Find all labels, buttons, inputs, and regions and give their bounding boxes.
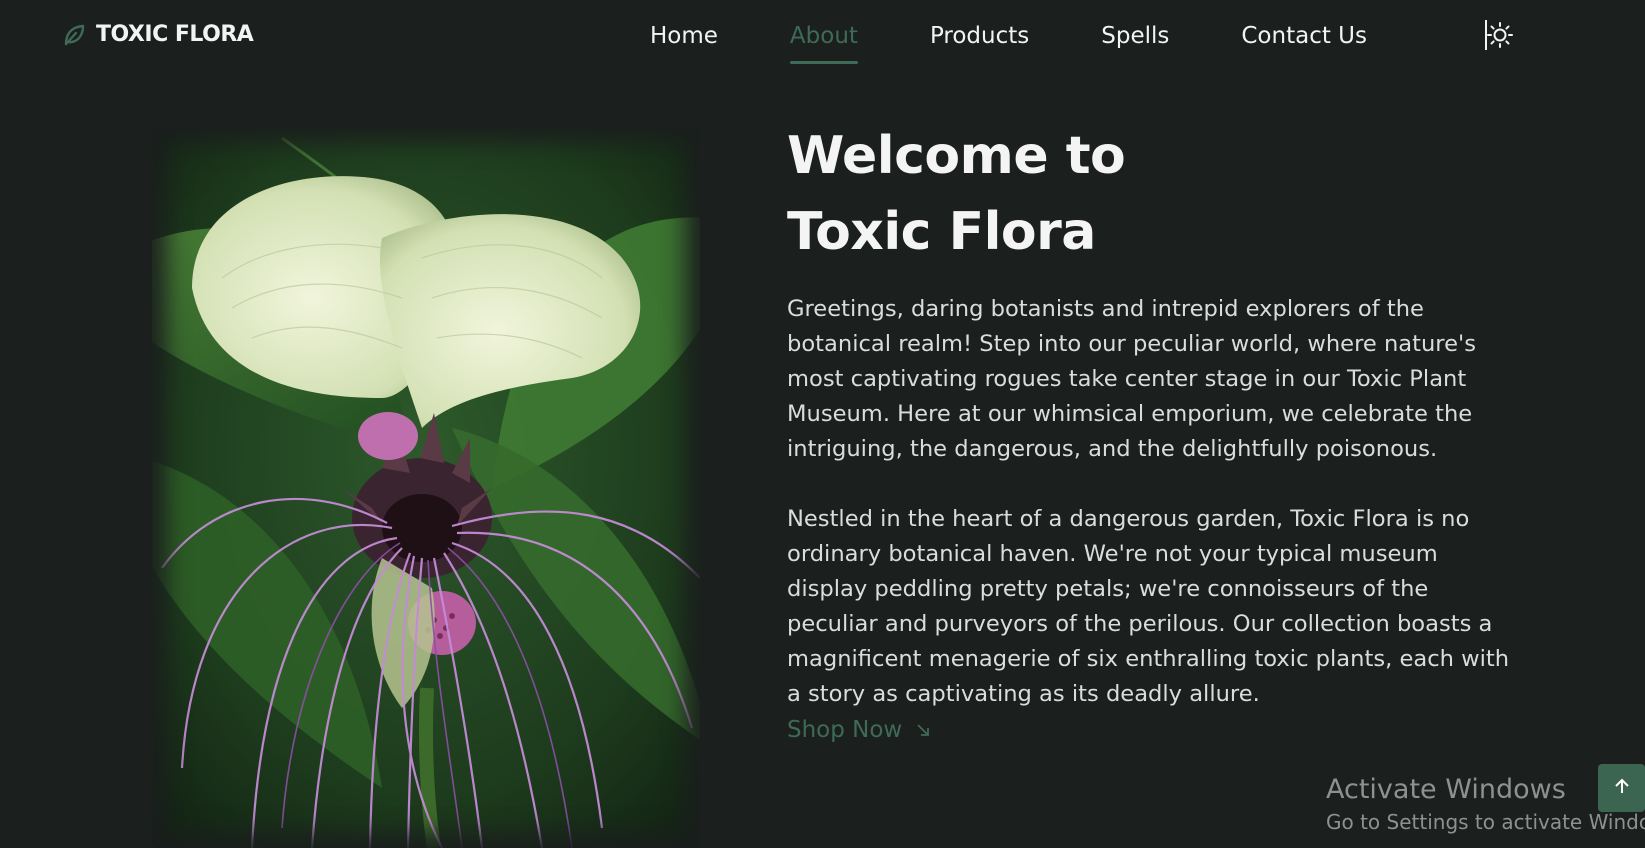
leaf-icon [62,23,86,47]
nav-about[interactable]: About [789,18,858,64]
nav-spells[interactable]: Spells [1101,18,1169,54]
sun-icon [1483,20,1515,56]
watermark-subtitle: Go to Settings to activate Windows. [1326,810,1645,834]
main-nav: Home About Products Spells Contact Us [650,18,1439,64]
description-paragraph: Nestled in the heart of a dangerous gard… [787,506,1510,707]
hero-image [152,128,700,848]
hero-content: Welcome to Toxic Flora Greetings, daring… [787,118,1517,748]
nav-contact-us[interactable]: Contact Us [1241,18,1367,54]
arrow-up-icon [1614,777,1630,799]
brand-name: TOXIC FLORA [96,22,254,47]
page-title: Welcome to Toxic Flora [787,118,1347,270]
intro-paragraph: Greetings, daring botanists and intrepid… [787,296,1476,462]
shop-now-link[interactable]: Shop Now [787,712,930,748]
bat-flower-illustration [152,128,700,848]
title-line-2: Toxic Flora [787,202,1096,262]
brand-logo[interactable]: TOXIC FLORA [62,22,254,47]
shop-now-label: Shop Now [787,717,903,743]
theme-toggle-button[interactable] [1483,18,1515,52]
arrow-down-right-icon [916,712,930,748]
page: TOXIC FLORA Home About Products Spells C… [0,0,1645,848]
title-line-1: Welcome to [787,126,1126,186]
nav-products[interactable]: Products [930,18,1029,54]
scroll-to-top-button[interactable] [1598,764,1645,812]
nav-home[interactable]: Home [650,18,718,54]
